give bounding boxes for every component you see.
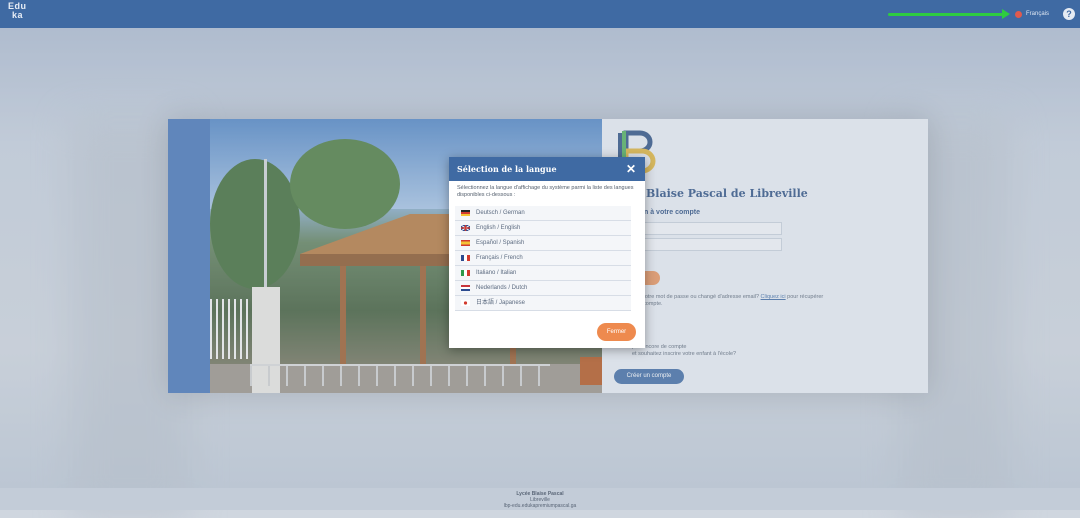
language-label: Italiano / Italian bbox=[476, 270, 517, 276]
jp-flag-icon bbox=[461, 300, 470, 306]
language-label: Nederlands / Dutch bbox=[476, 285, 528, 291]
fr-flag-icon bbox=[461, 255, 470, 261]
language-option-fr[interactable]: Français / French bbox=[455, 251, 631, 266]
language-label: Français / French bbox=[476, 255, 523, 261]
language-option-nl[interactable]: Nederlands / Dutch bbox=[455, 281, 631, 296]
it-flag-icon bbox=[461, 270, 470, 276]
logo-line-2: ka bbox=[12, 10, 24, 20]
language-label: Deutsch / German bbox=[476, 210, 525, 216]
language-label: Español / Spanish bbox=[476, 240, 525, 246]
top-bar: Edu ka Français ? bbox=[0, 0, 1080, 28]
fr-flag-icon[interactable] bbox=[1015, 11, 1022, 18]
footer: Lycée Blaise Pascal Libreville lbp-edu.e… bbox=[0, 488, 1080, 510]
annotation-arrow bbox=[888, 9, 1010, 19]
dialog-title: Sélection de la langue bbox=[457, 164, 557, 174]
footer-url: lbp-edu.edukapremiumpascal.ga bbox=[503, 503, 577, 509]
gb-flag-icon bbox=[461, 225, 470, 231]
close-icon[interactable]: ✕ bbox=[624, 162, 638, 176]
footer-school: Lycée Blaise Pascal bbox=[516, 491, 564, 497]
language-dialog: Sélection de la langue ✕ Sélectionnez la… bbox=[449, 157, 645, 348]
language-option-ja[interactable]: 日本語 / Japanese bbox=[455, 296, 631, 311]
language-list: Deutsch / German English / English Españ… bbox=[455, 206, 631, 311]
language-option-de[interactable]: Deutsch / German bbox=[455, 206, 631, 221]
nl-flag-icon bbox=[461, 285, 470, 291]
help-icon[interactable]: ? bbox=[1063, 8, 1075, 20]
dialog-header: Sélection de la langue ✕ bbox=[449, 157, 645, 181]
language-switcher[interactable]: Français bbox=[1026, 10, 1049, 19]
dialog-description: Sélectionnez la langue d'affichage du sy… bbox=[457, 185, 634, 198]
language-option-en[interactable]: English / English bbox=[455, 221, 631, 236]
es-flag-icon bbox=[461, 240, 470, 246]
close-button[interactable]: Fermer bbox=[597, 323, 636, 341]
eduka-logo[interactable]: Edu ka bbox=[8, 2, 27, 20]
de-flag-icon bbox=[461, 210, 470, 216]
language-option-it[interactable]: Italiano / Italian bbox=[455, 266, 631, 281]
language-label: English / English bbox=[476, 225, 521, 231]
language-option-es[interactable]: Español / Spanish bbox=[455, 236, 631, 251]
language-label: 日本語 / Japanese bbox=[476, 300, 526, 306]
